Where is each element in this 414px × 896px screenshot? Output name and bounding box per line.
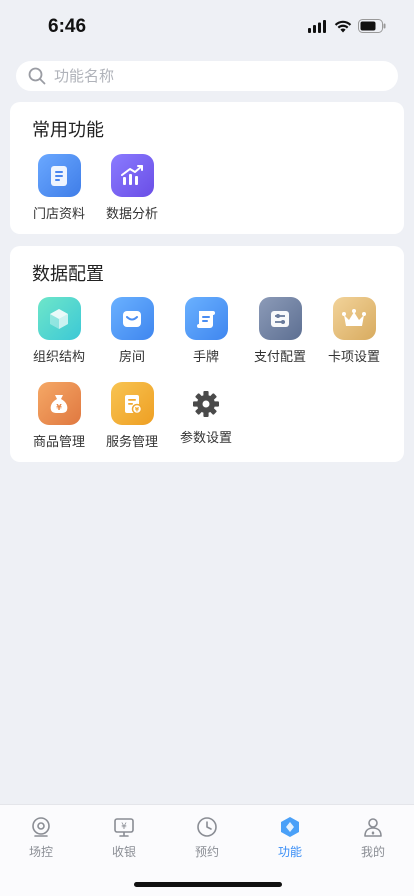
section-title-common: 常用功能 <box>32 120 104 141</box>
room-button[interactable]: 房间 <box>95 297 169 377</box>
service-doc-icon: ¥ <box>110 382 154 425</box>
scroll-tag-icon <box>184 297 228 340</box>
common-functions-card: 常用功能 门店资料 数据分析 <box>10 102 404 234</box>
tab-cashier[interactable]: ¥ 收银 <box>94 815 154 860</box>
section-title-config: 数据配置 <box>32 264 104 285</box>
card-settings-button[interactable]: 卡项设置 <box>317 297 391 377</box>
tab-functions[interactable]: 功能 <box>260 815 320 860</box>
product-management-button[interactable]: ¥ 商品管理 <box>22 382 96 462</box>
clock-icon <box>197 817 217 837</box>
status-time: 6:46 <box>48 16 87 37</box>
grid-label: 手牌 <box>192 350 219 365</box>
battery-icon <box>358 19 386 33</box>
tab-label: 场控 <box>28 845 53 859</box>
svg-text:¥: ¥ <box>56 403 62 412</box>
store-info-button[interactable]: 门店资料 <box>22 154 96 234</box>
crown-icon <box>332 297 376 340</box>
venue-icon <box>32 817 50 837</box>
tab-label: 收银 <box>111 845 136 859</box>
cube-icon <box>37 297 81 340</box>
cashier-icon: ¥ <box>114 818 134 837</box>
tab-venue-control[interactable]: 场控 <box>11 815 71 860</box>
parameter-settings-button[interactable]: 参数设置 <box>169 382 243 462</box>
search-bar[interactable] <box>16 61 398 91</box>
search-input[interactable] <box>54 67 354 85</box>
grid-label: 房间 <box>118 350 145 365</box>
grid-label: 支付配置 <box>253 350 306 365</box>
tab-label: 功能 <box>277 845 302 859</box>
wifi-icon <box>334 20 352 32</box>
gear-icon <box>185 382 228 425</box>
tab-label: 预约 <box>194 845 219 859</box>
function-icon <box>281 817 299 837</box>
tab-appointment[interactable]: 预约 <box>177 815 237 860</box>
grid-label: 服务管理 <box>105 435 158 450</box>
svg-text:¥: ¥ <box>121 822 127 832</box>
status-bar: 6:46 <box>0 0 414 54</box>
document-icon <box>37 154 81 197</box>
grid-label: 参数设置 <box>179 431 232 446</box>
org-structure-button[interactable]: 组织结构 <box>22 297 96 377</box>
search-icon <box>28 67 46 85</box>
grid-label: 卡项设置 <box>327 350 380 365</box>
data-analysis-button[interactable]: 数据分析 <box>95 154 169 234</box>
home-indicator <box>134 882 282 887</box>
status-icons <box>308 19 386 33</box>
grid-label: 组织结构 <box>32 350 85 365</box>
sliders-icon <box>258 297 302 340</box>
hand-tag-button[interactable]: 手牌 <box>169 297 243 377</box>
data-config-card: 数据配置 组织结构 房间 手牌 支付配置 卡项设置 ¥ 商品管理 ¥ 服务管理 … <box>10 246 404 462</box>
money-bag-icon: ¥ <box>37 382 81 425</box>
tab-label: 我的 <box>360 845 385 859</box>
grid-label: 商品管理 <box>32 435 85 450</box>
chart-trend-icon <box>110 154 154 197</box>
payment-config-button[interactable]: 支付配置 <box>243 297 317 377</box>
grid-label: 门店资料 <box>32 207 85 222</box>
signal-icon <box>308 19 326 33</box>
service-management-button[interactable]: ¥ 服务管理 <box>95 382 169 462</box>
tab-profile[interactable]: 我的 <box>343 815 403 860</box>
sofa-icon <box>110 297 154 340</box>
profile-icon <box>364 818 382 837</box>
grid-label: 数据分析 <box>105 207 158 222</box>
